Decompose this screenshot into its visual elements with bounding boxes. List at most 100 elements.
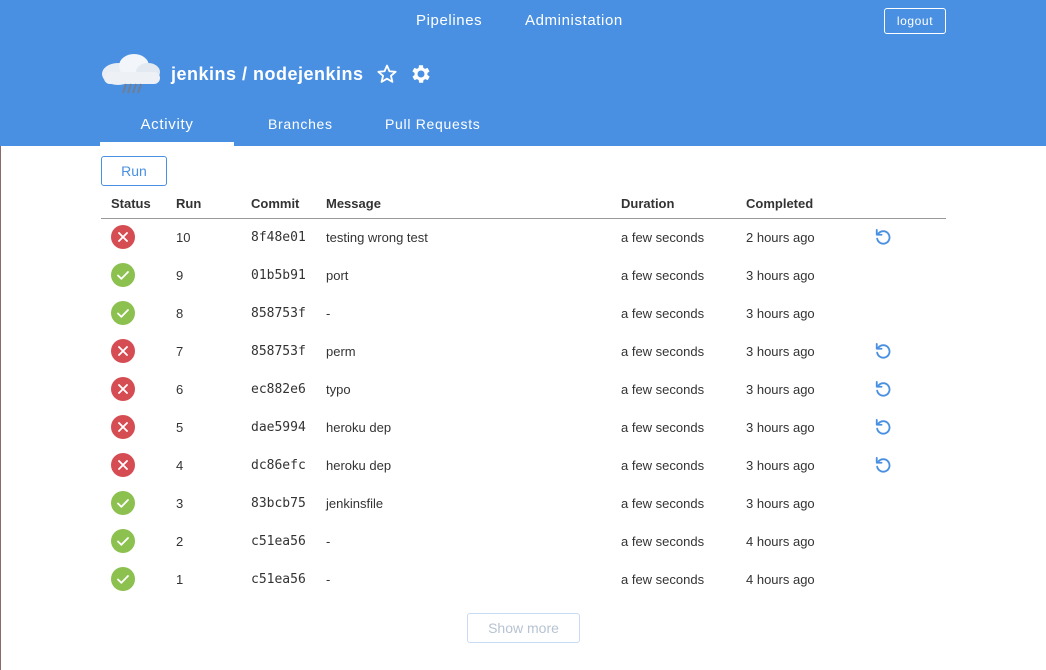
table-row[interactable]: 7 858753f perm a few seconds 3 hours ago [101,332,946,370]
table-row[interactable]: 9 01b5b91 port a few seconds 3 hours ago [101,256,946,294]
commit-id[interactable]: c51ea56 [251,560,326,598]
status-cell [101,256,176,294]
status-cell [101,370,176,408]
replay-icon[interactable] [873,417,893,437]
commit-message: - [326,571,331,587]
status-cell [101,294,176,332]
tab-pull-requests[interactable]: Pull Requests [385,110,480,146]
status-cell [101,484,176,522]
commit-id[interactable]: 01b5b91 [251,256,326,294]
run-number: 1 [176,571,184,587]
run-button[interactable]: Run [101,156,167,186]
header-duration[interactable]: Duration [621,190,746,219]
status-cell [101,560,176,598]
run-duration: a few seconds [621,495,705,511]
tab-branches[interactable]: Branches [268,110,333,146]
actions-cell [871,294,946,332]
run-duration: a few seconds [621,419,705,435]
run-completed: 3 hours ago [746,343,815,359]
actions-cell [871,218,946,256]
replay-icon[interactable] [873,379,893,399]
run-completed: 3 hours ago [746,381,815,397]
gear-icon[interactable] [409,62,433,86]
run-number: 5 [176,419,184,435]
run-number: 10 [176,229,191,245]
commit-message: typo [326,381,351,397]
table-row[interactable]: 6 ec882e6 typo a few seconds 3 hours ago [101,370,946,408]
failed-icon [111,339,135,363]
top-header: Pipelines Administation logout jenkins /… [0,0,1046,146]
run-completed: 4 hours ago [746,533,815,549]
actions-cell [871,332,946,370]
commit-id[interactable]: 8f48e01 [251,218,326,256]
run-number: 8 [176,305,184,321]
run-number: 3 [176,495,184,511]
header-run[interactable]: Run [176,190,251,219]
actions-cell [871,256,946,294]
actions-cell [871,522,946,560]
run-completed: 3 hours ago [746,495,815,511]
tab-activity[interactable]: Activity [100,110,234,146]
commit-id[interactable]: 83bcb75 [251,484,326,522]
nav-administration-link[interactable]: Administation [525,12,623,29]
run-completed: 3 hours ago [746,419,815,435]
success-icon [111,301,135,325]
activity-rows: 10 8f48e01 testing wrong test a few seconds… [101,218,946,598]
commit-id[interactable]: c51ea56 [251,522,326,560]
run-number: 4 [176,457,184,473]
run-duration: a few seconds [621,457,705,473]
commit-id[interactable]: dae5994 [251,408,326,446]
failed-icon [111,415,135,439]
replay-icon[interactable] [873,455,893,475]
star-icon[interactable] [376,63,398,85]
logout-button[interactable]: logout [884,8,946,34]
actions-cell [871,446,946,484]
run-completed: 2 hours ago [746,229,815,245]
commit-id[interactable]: dc86efc [251,446,326,484]
replay-icon[interactable] [873,227,893,247]
status-cell [101,332,176,370]
run-duration: a few seconds [621,533,705,549]
run-completed: 3 hours ago [746,457,815,473]
failed-icon [111,225,135,250]
commit-message: heroku dep [326,419,392,435]
run-completed: 3 hours ago [746,305,815,321]
success-icon [111,567,135,591]
pipeline-title-row: jenkins / nodejenkins [100,52,600,98]
header-actions [871,190,946,219]
table-row[interactable]: 4 dc86efc heroku dep a few seconds 3 hours a… [101,446,946,484]
cloud-rain-icon [102,54,160,94]
table-row[interactable]: 5 dae5994 heroku dep a few seconds 3 hours a… [101,408,946,446]
show-more-button[interactable]: Show more [467,613,580,643]
table-row[interactable]: 10 8f48e01 testing wrong test a few seconds… [101,218,946,256]
run-duration: a few seconds [621,267,705,283]
run-completed: 3 hours ago [746,267,815,283]
commit-message: jenkinsfile [326,495,384,511]
success-icon [111,491,135,515]
commit-id[interactable]: 858753f [251,294,326,332]
actions-cell [871,484,946,522]
commit-id[interactable]: ec882e6 [251,370,326,408]
main-nav: Pipelines Administation logout [0,0,1046,44]
replay-icon[interactable] [873,341,893,361]
pipeline-title: jenkins / nodejenkins [171,64,364,84]
commit-message: - [326,533,331,549]
header-commit[interactable]: Commit [251,190,326,219]
status-cell [101,446,176,484]
nav-pipelines-link[interactable]: Pipelines [416,12,482,29]
table-header-row: Status Run Commit Message Duration Compl… [101,190,946,219]
header-status[interactable]: Status [101,190,176,219]
header-message[interactable]: Message [326,190,621,219]
actions-cell [871,560,946,598]
table-row[interactable]: 8 858753f - a few seconds 3 hours ago [101,294,946,332]
table-row[interactable]: 2 c51ea56- a few seconds 4 hours ago [101,522,946,560]
failed-icon [111,377,135,401]
status-cell [101,218,176,256]
header-completed[interactable]: Completed [746,190,871,219]
commit-id[interactable]: 858753f [251,332,326,370]
table-row[interactable]: 3 83bcb75 jenkinsfile a few seconds 3 hours … [101,484,946,522]
run-number: 2 [176,533,184,549]
commit-message: perm [326,343,356,359]
status-cell [101,408,176,446]
table-row[interactable]: 1 c51ea56- a few seconds 4 hours ago [101,560,946,598]
